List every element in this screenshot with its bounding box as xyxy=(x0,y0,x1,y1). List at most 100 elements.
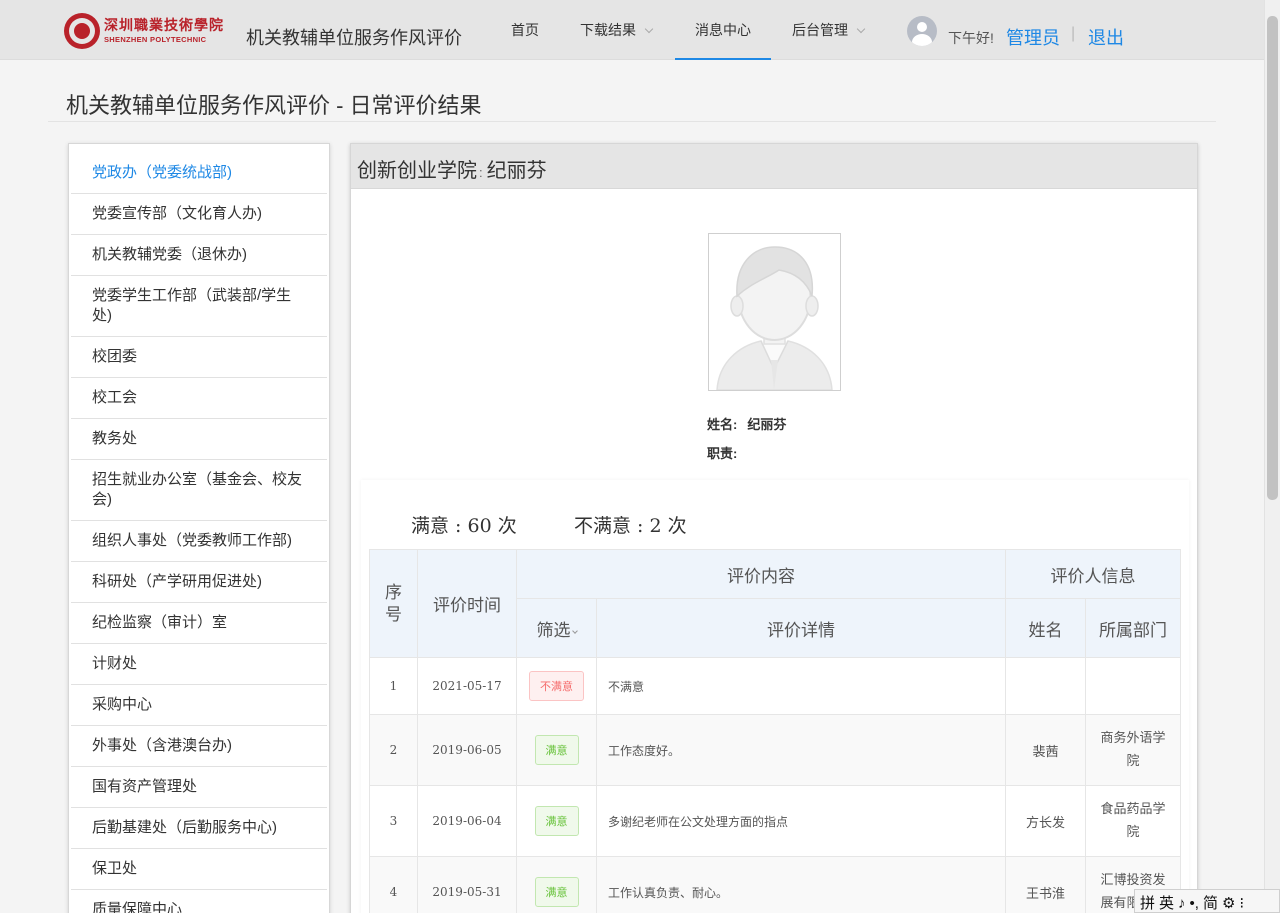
user-link[interactable]: 管理员 xyxy=(1006,24,1060,50)
chevron-down-icon xyxy=(571,627,578,634)
row-index: 2 xyxy=(369,714,418,786)
col-content-header: 评价内容 xyxy=(516,549,1006,599)
logout-link[interactable]: 退出 xyxy=(1088,24,1124,50)
ime-toolbar[interactable]: 拼英 ♪ •, 简 ⚙ ⁝ xyxy=(1134,889,1280,913)
satisfied-tag: 满意 xyxy=(534,877,579,907)
ime-simplified-icon[interactable]: 简 xyxy=(1203,895,1218,912)
ime-settings-icon[interactable]: ⚙ xyxy=(1222,895,1235,912)
table-row: 3 2019-06-04 满意 多谢纪老师在公文处理方面的指点 方长发 食品药品… xyxy=(369,785,1181,857)
person-name: 纪丽芬 xyxy=(486,160,547,182)
row-evaluator-dept: 食品药品学院 xyxy=(1085,785,1181,857)
row-detail: 多谢纪老师在公文处理方面的指点 xyxy=(596,785,1006,857)
table-row: 2 2019-06-05 满意 工作态度好。 裴茜 商务外语学院 xyxy=(369,714,1181,786)
scrollbar-thumb[interactable] xyxy=(1267,16,1278,500)
table-row: 4 2019-05-31 满意 工作认真负责、耐心。 王书淮 汇博投资发展有限公… xyxy=(369,856,1181,913)
evaluation-table: 序号 评价时间 评价内容 评价人信息 筛选 评价详情 姓名 所属部门 1 202… xyxy=(369,549,1181,913)
sidebar-item-research[interactable]: 科研处（产学研用促进处) xyxy=(71,562,327,603)
nav-divider: | xyxy=(1071,25,1076,42)
sidebar-item-admissions[interactable]: 招生就业办公室（基金会、校友会) xyxy=(71,460,327,521)
top-navbar: 深圳職業技術學院 SHENZHEN POLYTECHNIC 机关教辅单位服务作风… xyxy=(0,0,1264,60)
chevron-down-icon xyxy=(856,24,866,34)
logo-chinese-name: 深圳職業技術學院 xyxy=(104,18,224,34)
ime-pinyin-icon[interactable]: 拼 xyxy=(1140,895,1155,912)
sidebar-item-logistics[interactable]: 后勤基建处（后勤服务中心) xyxy=(71,808,327,849)
evaluation-results: 满意 : 60 次 不满意 : 2 次 序号 评价时间 评价内容 评价人信息 筛… xyxy=(361,480,1189,913)
col-time-header: 评价时间 xyxy=(417,549,517,658)
row-index: 3 xyxy=(369,785,418,857)
sidebar-item-labor-union[interactable]: 校工会 xyxy=(71,378,327,419)
sidebar-item-youth-league[interactable]: 校团委 xyxy=(71,337,327,378)
sidebar-item-quality-assurance[interactable]: 质量保障中心 xyxy=(71,890,327,913)
sidebar-item-state-assets[interactable]: 国有资产管理处 xyxy=(71,767,327,808)
ime-music-icon[interactable]: ♪ xyxy=(1178,895,1186,912)
nav-message-center[interactable]: 消息中心 xyxy=(675,0,771,60)
sidebar-item-discipline-audit[interactable]: 纪检监察（审计）室 xyxy=(71,603,327,644)
name-value: 纪丽芬 xyxy=(747,417,787,432)
sidebar-item-procurement[interactable]: 采购中心 xyxy=(71,685,327,726)
col-name-header: 姓名 xyxy=(1005,598,1086,658)
row-detail: 工作态度好。 xyxy=(596,714,1006,786)
sidebar-item-party-office[interactable]: 党政办（党委统战部) xyxy=(71,153,327,194)
page-scrollbar[interactable] xyxy=(1264,0,1280,913)
col-evaluator-header: 评价人信息 xyxy=(1005,549,1181,599)
ime-punctuation-icon[interactable]: •, xyxy=(1190,895,1199,912)
logo-english-name: SHENZHEN POLYTECHNIC xyxy=(104,35,207,44)
unsatisfied-tag: 不满意 xyxy=(529,671,584,701)
row-date: 2021-05-17 xyxy=(417,657,517,715)
ime-english-icon[interactable]: 英 xyxy=(1159,895,1174,912)
department-sidebar: 党政办（党委统战部) 党委宣传部（文化育人办) 机关教辅党委（退休办) 党委学生… xyxy=(68,143,330,913)
col-dept-header: 所属部门 xyxy=(1085,598,1181,658)
row-detail: 工作认真负责、耐心。 xyxy=(596,856,1006,913)
row-evaluator-name xyxy=(1005,657,1086,715)
duty-row: 职责: xyxy=(707,443,747,462)
sidebar-item-finance[interactable]: 计财处 xyxy=(71,644,327,685)
header-separator: : xyxy=(479,165,483,180)
school-logo[interactable]: 深圳職業技術學院 SHENZHEN POLYTECHNIC xyxy=(64,13,223,49)
satisfied-tag: 满意 xyxy=(534,735,579,765)
greeting-text: 下午好! xyxy=(948,30,994,46)
sidebar-item-publicity[interactable]: 党委宣传部（文化育人办) xyxy=(71,194,327,235)
row-evaluator-name: 王书淮 xyxy=(1005,856,1086,913)
row-detail: 不满意 xyxy=(596,657,1006,715)
page-title: 机关教辅单位服务作风评价 - 日常评价结果 xyxy=(66,93,482,118)
sidebar-item-academic-affairs[interactable]: 教务处 xyxy=(71,419,327,460)
filter-dropdown[interactable]: 筛选 xyxy=(516,598,597,658)
col-detail-header: 评价详情 xyxy=(596,598,1006,658)
title-divider xyxy=(48,121,1216,122)
col-index-header: 序号 xyxy=(369,549,418,658)
evaluation-panel: 创新创业学院: 纪丽芬 姓名: 纪丽芬 职责: 满意 : 60 次 不满意 : 2 … xyxy=(350,143,1198,913)
nav-download-results[interactable]: 下载结果 xyxy=(568,0,664,60)
sidebar-item-foreign-affairs[interactable]: 外事处（含港澳台办) xyxy=(71,726,327,767)
row-date: 2019-05-31 xyxy=(417,856,517,913)
row-evaluator-dept: 商务外语学院 xyxy=(1085,714,1181,786)
school-emblem-icon xyxy=(64,13,100,49)
sidebar-item-security[interactable]: 保卫处 xyxy=(71,849,327,890)
row-date: 2019-06-04 xyxy=(417,785,517,857)
row-evaluator-name: 方长发 xyxy=(1005,785,1086,857)
name-row: 姓名: 纪丽芬 xyxy=(707,414,786,433)
sidebar-item-personnel[interactable]: 组织人事处（党委教师工作部) xyxy=(71,521,327,562)
person-photo xyxy=(708,233,841,391)
table-row: 1 2021-05-17 不满意 不满意 xyxy=(369,657,1181,715)
chevron-down-icon xyxy=(644,24,654,34)
unsatisfied-count: 不满意 : 2 次 xyxy=(574,515,687,537)
duty-label: 职责: xyxy=(707,446,738,461)
user-avatar-icon[interactable] xyxy=(907,16,937,46)
row-evaluator-name: 裴茜 xyxy=(1005,714,1086,786)
ime-menu-icon[interactable]: ⁝ xyxy=(1239,895,1244,912)
nav-home[interactable]: 首页 xyxy=(498,0,552,60)
site-title: 机关教辅单位服务作风评价 xyxy=(246,28,462,48)
satisfied-count: 满意 : 60 次 xyxy=(411,515,517,537)
row-index: 1 xyxy=(369,657,418,715)
nav-admin[interactable]: 后台管理 xyxy=(780,0,876,60)
sidebar-item-student-affairs[interactable]: 党委学生工作部（武装部/学生处) xyxy=(71,276,327,337)
satisfied-tag: 满意 xyxy=(534,806,579,836)
sidebar-item-admin-party-committee[interactable]: 机关教辅党委（退休办) xyxy=(71,235,327,276)
row-evaluator-dept xyxy=(1085,657,1181,715)
panel-header: 创新创业学院: 纪丽芬 xyxy=(351,144,1197,189)
department-name: 创新创业学院 xyxy=(357,160,477,182)
default-avatar-icon xyxy=(709,234,840,390)
row-index: 4 xyxy=(369,856,418,913)
name-label: 姓名: xyxy=(707,417,738,432)
row-date: 2019-06-05 xyxy=(417,714,517,786)
